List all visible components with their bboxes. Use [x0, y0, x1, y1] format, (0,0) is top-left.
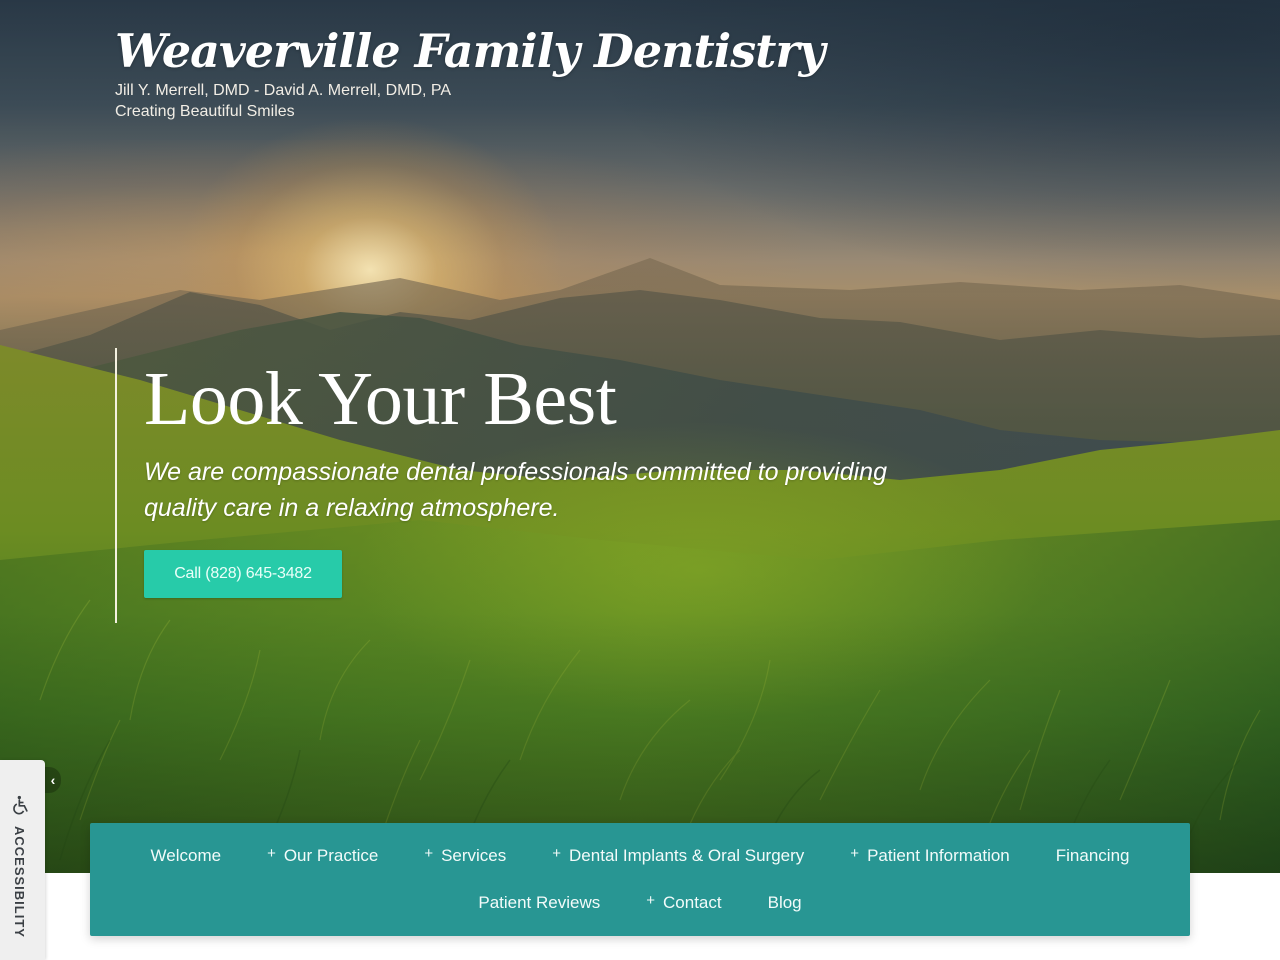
- nav-item-welcome[interactable]: Welcome: [151, 844, 222, 868]
- nav-label: Patient Reviews: [478, 893, 601, 912]
- nav-row-2: Patient Reviews + Contact Blog: [90, 891, 1190, 915]
- nav-label: Welcome: [150, 846, 222, 865]
- wheelchair-icon: [13, 795, 28, 815]
- nav-item-patient-information[interactable]: + Patient Information: [850, 844, 1009, 868]
- hero-tagline: We are compassionate dental professional…: [144, 458, 887, 522]
- nav-label: Services: [441, 846, 507, 865]
- nav-item-blog[interactable]: Blog: [768, 891, 802, 915]
- nav-item-our-practice[interactable]: + Our Practice: [267, 844, 378, 868]
- hero-callout: Look Your Best We are compassionate dent…: [115, 348, 915, 623]
- plus-icon: +: [552, 844, 562, 862]
- plus-icon: +: [850, 844, 860, 862]
- chevron-left-icon: ‹: [50, 772, 56, 788]
- site-title[interactable]: Weaverville Family Dentistry: [115, 22, 825, 80]
- accessibility-tab[interactable]: ACCESSIBILITY: [0, 760, 45, 960]
- nav-item-financing[interactable]: Financing: [1056, 844, 1130, 868]
- doctors-line: Jill Y. Merrell, DMD - David A. Merrell,…: [115, 82, 452, 99]
- accessibility-label: ACCESSIBILITY: [12, 826, 27, 938]
- site-header: Weaverville Family Dentistry Jill Y. Mer…: [115, 22, 825, 122]
- nav-item-patient-reviews[interactable]: Patient Reviews: [478, 891, 600, 915]
- nav-label: Dental Implants & Oral Surgery: [569, 846, 805, 865]
- nav-label: Patient Information: [867, 846, 1010, 865]
- slogan: Creating Beautiful Smiles: [115, 103, 295, 120]
- nav-label: Financing: [1055, 846, 1130, 865]
- nav-item-dental-implants[interactable]: + Dental Implants & Oral Surgery: [552, 844, 804, 868]
- nav-item-contact[interactable]: + Contact: [646, 891, 721, 915]
- plus-icon: +: [646, 891, 656, 909]
- hero-headline: Look Your Best: [144, 357, 617, 441]
- plus-icon: +: [424, 844, 434, 862]
- nav-row-1: Welcome + Our Practice + Services + Dent…: [90, 844, 1190, 868]
- main-navigation: Welcome + Our Practice + Services + Dent…: [90, 823, 1190, 936]
- plus-icon: +: [267, 844, 276, 862]
- nav-item-services[interactable]: + Services: [424, 844, 506, 868]
- call-button[interactable]: Call (828) 645-3482: [144, 550, 342, 598]
- nav-label: Blog: [767, 893, 802, 912]
- nav-label: Contact: [663, 893, 722, 912]
- nav-label: Our Practice: [283, 846, 379, 865]
